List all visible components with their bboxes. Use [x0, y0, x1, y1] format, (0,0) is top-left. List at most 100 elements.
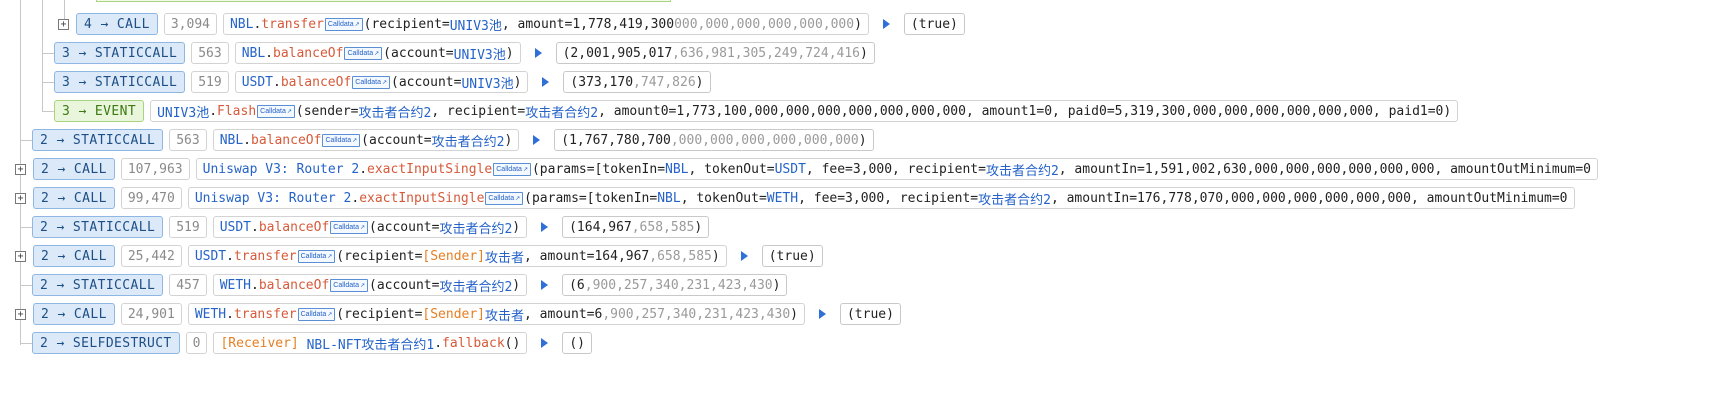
calldata-button[interactable]: Calldata	[330, 278, 368, 292]
contract-link[interactable]: NBL	[220, 133, 243, 148]
call-type-tag[interactable]: 2 → CALL	[33, 303, 115, 325]
address-link[interactable]: 攻击者合约2	[986, 160, 1059, 179]
contract-link[interactable]: NBL	[230, 17, 253, 32]
calldata-button[interactable]: Calldata	[493, 162, 531, 176]
call-type-tag[interactable]: 2 → STATICCALL	[32, 274, 164, 296]
trace-row: + 2 → CALL 24,901 WETH.transferCalldata(…	[15, 302, 901, 326]
contract-link[interactable]: WETH	[195, 307, 226, 322]
contract-link[interactable]: Uniswap V3: Router 2	[203, 162, 360, 177]
depth-label: 2	[41, 190, 50, 206]
calldata-button[interactable]: Calldata	[344, 46, 383, 60]
call-type-tag[interactable]: 2 → CALL	[33, 158, 115, 180]
contract-link[interactable]: USDT	[195, 249, 226, 264]
address-link[interactable]: NBL	[665, 162, 688, 177]
args: , amount=164,967	[524, 248, 650, 264]
address-link[interactable]: UNIV3池	[450, 15, 502, 34]
return-value: (true)	[761, 245, 823, 267]
address-link[interactable]: 攻击者合约2	[525, 102, 598, 121]
call-type-tag[interactable]: 3 → STATICCALL	[54, 42, 186, 64]
contract-link[interactable]: USDT	[242, 75, 273, 90]
calldata-button[interactable]: Calldata	[297, 249, 336, 263]
address-link[interactable]: 攻击者合约2	[439, 218, 512, 237]
calldata-button[interactable]: Calldata	[297, 307, 336, 321]
contract-link[interactable]: USDT	[220, 220, 251, 235]
expand-toggle[interactable]: +	[15, 192, 26, 204]
tree-branch	[20, 343, 32, 344]
return-arrow-icon[interactable]	[740, 251, 748, 261]
args: , amount=6	[524, 306, 603, 322]
address-link[interactable]: 攻击者	[485, 247, 524, 266]
call-type-tag[interactable]: 2 → STATICCALL	[32, 129, 164, 151]
call-type-tag[interactable]: 2 → CALL	[33, 245, 115, 267]
return-arrow-icon[interactable]	[533, 135, 541, 145]
function-name: transfer	[261, 16, 324, 32]
calldata-button[interactable]: Calldata	[257, 104, 295, 118]
calldata-button[interactable]: Calldata	[324, 17, 363, 31]
gas-used: 519	[169, 216, 207, 238]
tree-branch	[20, 227, 32, 228]
return-end: )	[860, 45, 868, 61]
call-type-tag[interactable]: 4 → CALL	[76, 13, 158, 35]
return-value: (164,967,658,585)	[562, 216, 710, 238]
depth-label: 2	[41, 161, 50, 177]
function-name: exactInputSingle	[367, 161, 493, 177]
gas-used: 563	[191, 42, 229, 64]
expand-toggle[interactable]: +	[15, 308, 26, 320]
return-end: )	[694, 219, 703, 235]
address-link[interactable]: 攻击者	[485, 305, 524, 324]
calldata-button[interactable]: Calldata	[322, 133, 361, 147]
address-link[interactable]: USDT	[775, 162, 806, 177]
kind-label: STATICCALL	[94, 45, 178, 61]
return-arrow-icon[interactable]	[542, 77, 550, 87]
address-link[interactable]: UNIV3池	[461, 73, 513, 92]
args: (account=	[361, 132, 432, 148]
return-arrow-icon[interactable]	[818, 309, 826, 319]
address-link[interactable]: NBL	[657, 191, 680, 206]
return-value: (true)	[839, 303, 901, 325]
return-main: (1,767,780,700	[561, 132, 671, 148]
call-type-tag[interactable]: 2 → SELFDESTRUCT	[32, 332, 180, 354]
args: , fee=3,000, recipient=	[805, 161, 986, 177]
args: , amount0=1,773,100,000,000,000,000,000,…	[598, 103, 1452, 119]
call-signature: NBL.balanceOfCalldata(account=攻击者合约2)	[212, 129, 520, 151]
kind-label: SELFDESTRUCT	[72, 335, 172, 351]
return-arrow-icon[interactable]	[541, 280, 549, 290]
depth-label: 2	[41, 248, 50, 264]
depth-label: 2	[40, 132, 49, 148]
address-link[interactable]: 攻击者合约2	[432, 131, 505, 150]
calldata-button[interactable]: Calldata	[485, 191, 524, 205]
return-arrow-icon[interactable]	[541, 338, 549, 348]
trace-row: 2 → STATICCALL 519 USDT. balanceOf Calldat…	[32, 215, 710, 239]
call-signature: [Receiver] NBL-NFT攻击者合约1. fallback()	[213, 332, 528, 354]
contract-link[interactable]: Uniswap V3: Router 2	[195, 191, 352, 206]
expand-toggle[interactable]: +	[15, 163, 26, 175]
event-type-tag[interactable]: 3 → EVENT	[54, 100, 145, 122]
address-link[interactable]: 攻击者合约2	[359, 102, 432, 121]
contract-link[interactable]: NBL-NFT攻击者合约1	[307, 334, 435, 353]
args: , tokenOut=	[680, 190, 767, 206]
kind-label: CALL	[73, 248, 107, 264]
call-type-tag[interactable]: 3 → STATICCALL	[54, 71, 186, 93]
call-type-tag[interactable]: 2 → STATICCALL	[32, 216, 164, 238]
function-name: balanceOf	[280, 74, 352, 90]
calldata-button[interactable]: Calldata	[330, 220, 368, 234]
return-arrow-icon[interactable]	[541, 222, 549, 232]
address-link[interactable]: WETH	[767, 191, 798, 206]
address-link[interactable]: 攻击者合约2	[439, 276, 512, 295]
call-type-tag[interactable]: 2 → CALL	[33, 187, 115, 209]
return-main: (6	[569, 277, 585, 293]
calldata-button[interactable]: Calldata	[352, 75, 390, 89]
kind-label: STATICCALL	[72, 219, 156, 235]
address-link[interactable]: 攻击者合约2	[978, 189, 1051, 208]
return-arrow-icon[interactable]	[534, 48, 542, 58]
expand-toggle[interactable]: +	[15, 250, 26, 262]
args: , amount=1,778,419,300	[501, 16, 675, 32]
args: )	[854, 16, 862, 32]
gas-used: 25,442	[120, 245, 182, 267]
contract-link[interactable]: WETH	[220, 278, 251, 293]
contract-link[interactable]: UNIV3池	[157, 102, 209, 121]
return-arrow-icon[interactable]	[882, 19, 890, 29]
address-link[interactable]: UNIV3池	[454, 44, 506, 63]
expand-toggle[interactable]: +	[58, 18, 69, 30]
contract-link[interactable]: NBL	[242, 46, 265, 61]
